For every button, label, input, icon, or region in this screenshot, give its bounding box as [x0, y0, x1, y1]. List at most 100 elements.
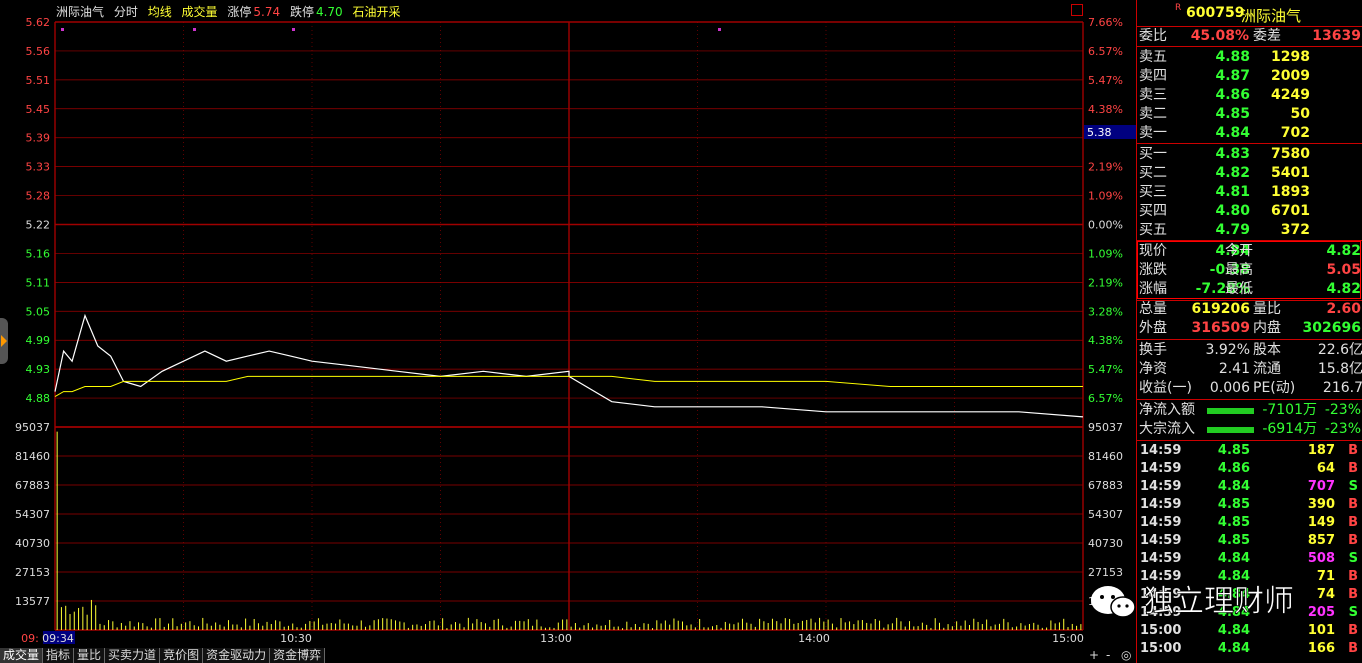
tab-fund-drive[interactable]: 资金驱动力 — [203, 648, 271, 663]
trade-side: B — [1348, 443, 1358, 458]
bid-label: 买二 — [1139, 165, 1167, 181]
bid-price: 4.81 — [1215, 184, 1250, 200]
vol-tick-label: 67883 — [15, 479, 50, 492]
bid-row[interactable]: 买四 4.80 6701 — [1137, 202, 1362, 221]
ask-label: 卖三 — [1139, 87, 1167, 103]
settings-icon[interactable]: ◎ — [1121, 648, 1131, 663]
stat-label-2: 最高 — [1225, 262, 1253, 278]
avg-line-label[interactable]: 均线 — [148, 5, 172, 19]
bid-row[interactable]: 买一 4.83 7580 — [1137, 145, 1362, 164]
price-stat-row: 现价 4.84 今开 4.82 — [1137, 242, 1362, 261]
zoom-out-button[interactable]: - — [1106, 648, 1110, 663]
vol-ratio-label: 量比 — [1253, 301, 1281, 317]
zoom-in-button[interactable]: + — [1089, 648, 1099, 663]
stat-label: 现价 — [1139, 243, 1167, 259]
ask-row[interactable]: 卖一 4.84 702 — [1137, 124, 1362, 143]
maximize-icon[interactable] — [1071, 4, 1083, 16]
trade-row[interactable]: 15:00 4.84 101 B — [1137, 622, 1362, 640]
trade-time: 14:59 — [1140, 551, 1182, 566]
time-tick-label: 15:00 — [1052, 632, 1084, 645]
price-tick-label: 5.56 — [26, 45, 51, 58]
vol-tick-label-right: 95037 — [1088, 421, 1123, 434]
price-tick-label: 4.93 — [26, 363, 51, 376]
vol-tick-label-right: 54307 — [1088, 508, 1123, 521]
netflow-pct: -23% — [1324, 402, 1361, 418]
tab-buy-sell-force[interactable]: 买卖力道 — [105, 648, 161, 663]
nav-row: 净资 2.41 流通 15.8亿 — [1137, 360, 1362, 379]
trade-row[interactable]: 14:59 4.84 707 S — [1137, 478, 1362, 496]
trade-side: B — [1348, 623, 1358, 638]
time-tick-label: 13:00 — [540, 632, 572, 645]
trade-price: 4.84 — [1217, 551, 1250, 566]
price-stat-row: 涨幅 -7.28% 最低 4.82 — [1137, 280, 1362, 299]
bid-row[interactable]: 买二 4.82 5401 — [1137, 164, 1362, 183]
trade-time: 14:59 — [1140, 515, 1182, 530]
ask-label: 卖一 — [1139, 125, 1167, 141]
trade-row[interactable]: 14:59 4.85 390 B — [1137, 496, 1362, 514]
pct-tick-label: 7.66% — [1088, 16, 1123, 29]
pct-tick-label: 2.19% — [1088, 276, 1123, 289]
weicha-label: 委差 — [1253, 28, 1281, 44]
turnover-label: 换手 — [1139, 342, 1167, 358]
ask-row[interactable]: 卖五 4.88 1298 — [1137, 48, 1362, 67]
bid-price: 4.82 — [1215, 165, 1250, 181]
limit-up-label: 涨停 — [227, 5, 252, 19]
r-tag: R — [1175, 3, 1182, 13]
trade-row[interactable]: 15:00 4.84 166 B — [1137, 640, 1362, 658]
ask-volume: 2009 — [1271, 68, 1310, 84]
pe-label: PE(动) — [1253, 380, 1296, 396]
bid-row[interactable]: 买三 4.81 1893 — [1137, 183, 1362, 202]
volume-label[interactable]: 成交量 — [182, 5, 218, 19]
trade-row[interactable]: 14:59 4.85 149 B — [1137, 514, 1362, 532]
vol-tick-label-right: 81460 — [1088, 450, 1123, 463]
vol-ratio-value: 2.60 — [1326, 301, 1361, 317]
pct-tick-label: 1.09% — [1088, 190, 1123, 203]
float-label: 流通 — [1253, 361, 1281, 377]
concept-label[interactable]: 石油开采 — [353, 5, 401, 19]
pct-tick-label: 6.57% — [1088, 392, 1123, 405]
ask-row[interactable]: 卖四 4.87 2009 — [1137, 67, 1362, 86]
ask-label: 卖四 — [1139, 68, 1167, 84]
wechat-icon — [1091, 586, 1136, 618]
trade-row[interactable]: 14:59 4.85 857 B — [1137, 532, 1362, 550]
block-flow-row: 大宗流入 -6914万 -23% — [1137, 420, 1362, 439]
stat-label-2: 最低 — [1225, 281, 1253, 297]
trade-volume: 707 — [1307, 479, 1335, 494]
pct-tick-label: 5.47% — [1088, 74, 1123, 87]
tab-fund-game[interactable]: 资金博弈 — [270, 648, 326, 663]
bid-label: 买三 — [1139, 184, 1167, 200]
trade-time: 14:59 — [1140, 497, 1182, 512]
pct-tick-label: 6.57% — [1088, 45, 1123, 58]
eps-label: 收益(一) — [1139, 380, 1192, 396]
trade-volume: 166 — [1307, 641, 1335, 656]
bid-label: 买五 — [1139, 222, 1167, 238]
tab-auction-chart[interactable]: 竞价图 — [160, 648, 204, 663]
trade-price: 4.85 — [1217, 497, 1250, 512]
ask-row[interactable]: 卖二 4.85 50 — [1137, 105, 1362, 124]
quote-title: R 600759 洲际油气 — [1137, 0, 1362, 26]
ask-row[interactable]: 卖三 4.86 4249 — [1137, 86, 1362, 105]
trade-time: 14:59 — [1140, 479, 1182, 494]
intraday-chart-svg[interactable]: 5.62 5.56 5.51 5.45 5.39 5.33 5.28 5.22 5.16 5.11… — [0, 0, 1136, 648]
total-vol-value: 619206 — [1191, 301, 1250, 317]
trade-side: B — [1348, 461, 1358, 476]
intraday-chart-area[interactable]: 5.62 5.56 5.51 5.45 5.39 5.33 5.28 5.22 5.16 5.11… — [0, 0, 1136, 663]
trade-row[interactable]: 14:59 4.86 64 B — [1137, 460, 1362, 478]
trade-row[interactable]: 14:59 4.85 187 B — [1137, 442, 1362, 460]
equity-label: 股本 — [1253, 342, 1281, 358]
bid-volume: 5401 — [1271, 165, 1310, 181]
tab-volume-ratio[interactable]: 量比 — [74, 648, 106, 663]
weibi-value: 45.08% — [1190, 28, 1249, 44]
tab-indicator[interactable]: 指标 — [43, 648, 75, 663]
trade-row[interactable]: 14:59 4.84 508 S — [1137, 550, 1362, 568]
time-tick-label: 14:00 — [798, 632, 830, 645]
weibi-label: 委比 — [1139, 28, 1167, 44]
trade-price: 4.84 — [1217, 623, 1250, 638]
netflow-bar — [1207, 408, 1254, 414]
bid-row[interactable]: 买五 4.79 372 — [1137, 221, 1362, 240]
expand-panel-icon[interactable] — [0, 318, 8, 364]
view-label[interactable]: 分时 — [114, 5, 138, 19]
price-tick-label: 4.88 — [26, 392, 51, 405]
time-tick-label: 09: — [21, 632, 39, 645]
tab-volume[interactable]: 成交量 — [0, 648, 44, 663]
